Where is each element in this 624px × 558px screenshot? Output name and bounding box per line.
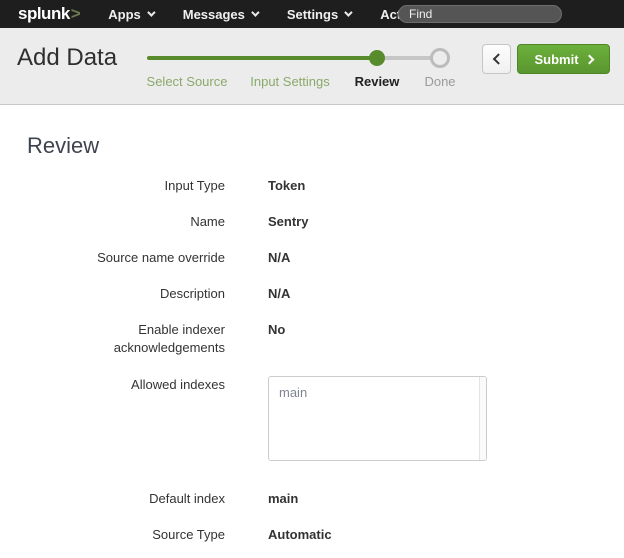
nav-item-label: Settings — [287, 7, 338, 22]
field-row-name: Name Sentry — [27, 204, 624, 240]
allowed-indexes-listbox[interactable]: main — [268, 376, 487, 461]
splunk-logo-text: splunk — [18, 4, 70, 24]
nav-item-apps[interactable]: Apps — [108, 7, 153, 22]
submit-button[interactable]: Submit — [517, 44, 610, 74]
step-label-input-settings: Input Settings — [250, 74, 330, 89]
field-label: Default index — [27, 490, 225, 508]
field-label: Enable indexer acknowledgements — [27, 321, 225, 357]
splunk-logo[interactable]: splunk > — [18, 4, 80, 24]
submit-button-label: Submit — [534, 52, 578, 67]
nav-item-settings[interactable]: Settings — [287, 7, 350, 22]
step-dot-review — [369, 50, 385, 66]
progress-stepper: Select Source Input Settings Review Done — [147, 28, 440, 105]
field-value: N/A — [268, 249, 290, 267]
step-circle-done — [430, 48, 450, 68]
nav-item-label: Apps — [108, 7, 141, 22]
field-row-source-type: Source Type Automatic — [27, 517, 624, 553]
chevron-right-icon — [584, 54, 594, 64]
field-value: Sentry — [268, 213, 308, 231]
field-label: Source Type — [27, 526, 225, 544]
field-label: Input Type — [27, 177, 225, 195]
field-value: Token — [268, 177, 305, 195]
nav-menu: Apps Messages Settings Activity — [108, 7, 439, 22]
field-value: main — [268, 490, 298, 508]
field-row-input-type: Input Type Token — [27, 168, 624, 204]
chevron-left-icon — [492, 53, 503, 64]
review-heading: Review — [27, 133, 624, 159]
step-label-select-source: Select Source — [147, 74, 228, 89]
wizard-header: Add Data Select Source Input Settings Re… — [0, 28, 624, 105]
splunk-logo-chevron-icon: > — [71, 4, 80, 24]
field-label: Allowed indexes — [27, 376, 225, 394]
find-search-input[interactable] — [398, 5, 562, 23]
review-panel: Review Input Type Token Name Sentry Sour… — [0, 105, 624, 553]
back-button[interactable] — [482, 44, 511, 74]
field-row-allowed-indexes: Allowed indexes main — [27, 376, 624, 461]
top-navbar: splunk > Apps Messages Settings Activity — [0, 0, 624, 28]
field-value: No — [268, 321, 285, 357]
nav-item-messages[interactable]: Messages — [183, 7, 257, 22]
field-label: Description — [27, 285, 225, 303]
chevron-down-icon — [251, 8, 259, 16]
progress-bar-completed — [147, 56, 377, 60]
chevron-down-icon — [344, 8, 352, 16]
field-row-default-index: Default index main — [27, 481, 624, 517]
field-row-description: Description N/A — [27, 276, 624, 312]
step-label-done: Done — [424, 74, 455, 89]
field-row-indexer-acknowledgements: Enable indexer acknowledgements No — [27, 312, 624, 366]
field-label: Name — [27, 213, 225, 231]
field-row-source-name-override: Source name override N/A — [27, 240, 624, 276]
listbox-item-main[interactable]: main — [269, 377, 486, 402]
step-label-review: Review — [355, 74, 400, 89]
page-title: Add Data — [17, 44, 117, 72]
chevron-down-icon — [147, 8, 155, 16]
field-value: Automatic — [268, 526, 332, 544]
field-label: Source name override — [27, 249, 225, 267]
field-value: N/A — [268, 285, 290, 303]
nav-item-label: Messages — [183, 7, 245, 22]
scrollbar[interactable] — [479, 377, 486, 460]
review-fields: Input Type Token Name Sentry Source name… — [27, 168, 624, 553]
